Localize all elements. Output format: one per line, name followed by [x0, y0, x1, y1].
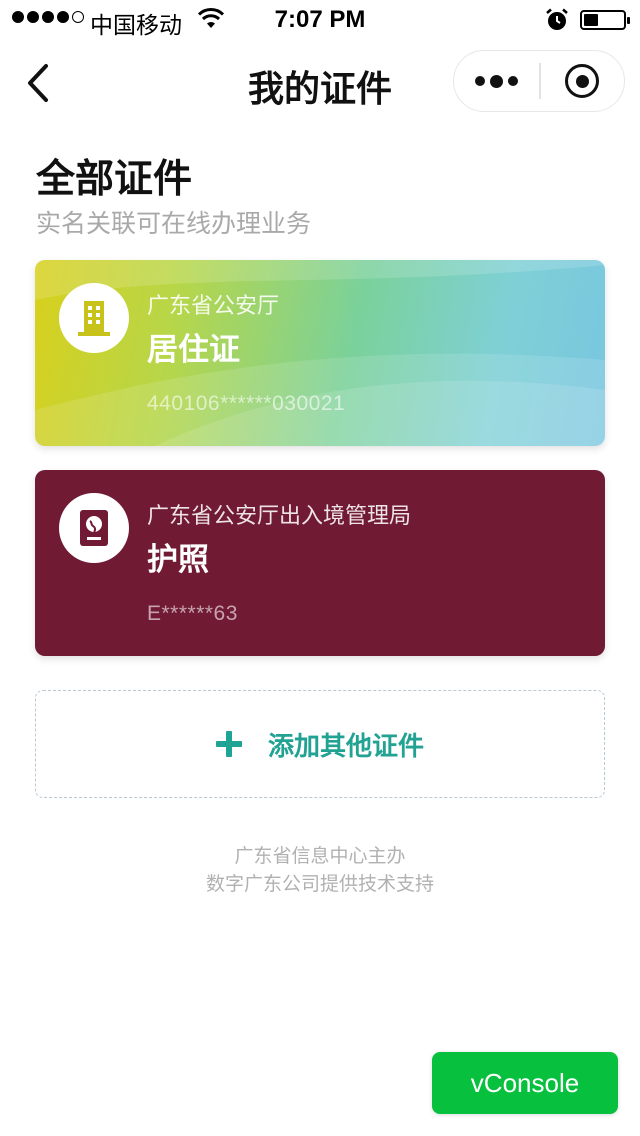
navigation-bar: 我的证件: [0, 40, 640, 126]
card-number: 440106******030021: [147, 392, 346, 415]
add-document-label: 添加其他证件: [267, 731, 424, 762]
section-title: 全部证件: [36, 157, 193, 202]
footer-support: 数字广东公司提供技术支持: [205, 873, 434, 895]
plus-icon: [215, 731, 242, 757]
add-document-button[interactable]: 添加其他证件: [35, 690, 605, 798]
battery-icon: [580, 10, 630, 30]
passport-icon: [59, 493, 129, 563]
vconsole-button[interactable]: vConsole: [432, 1052, 618, 1114]
more-dots-icon: [475, 76, 486, 86]
section-subtitle: 实名关联可在线办理业务: [36, 209, 312, 238]
footer-organizer: 广东省信息中心主办: [234, 845, 406, 867]
card-name: 居住证: [147, 332, 240, 368]
card-issuer: 广东省公安厅出入境管理局: [147, 504, 412, 529]
card-issuer: 广东省公安厅: [147, 294, 280, 319]
close-mini-program-button[interactable]: [541, 51, 624, 111]
building-icon: [59, 283, 129, 353]
card-wave-pattern: [35, 260, 605, 446]
clock-time: 7:07 PM: [274, 6, 366, 33]
mini-program-capsule: [453, 50, 625, 112]
footer: 广东省信息中心主办 数字广东公司提供技术支持: [0, 842, 640, 898]
alarm-icon: [546, 8, 568, 30]
card-number: E******63: [147, 602, 238, 625]
status-bar: 中国移动 7:07 PM: [0, 0, 640, 40]
target-circle-icon: [565, 64, 600, 98]
more-button[interactable]: [454, 51, 539, 111]
residence-permit-card[interactable]: 广东省公安厅 居住证 440106******030021: [35, 260, 605, 446]
card-name: 护照: [147, 542, 209, 578]
passport-card[interactable]: 广东省公安厅出入境管理局 护照 E******63: [35, 470, 605, 656]
